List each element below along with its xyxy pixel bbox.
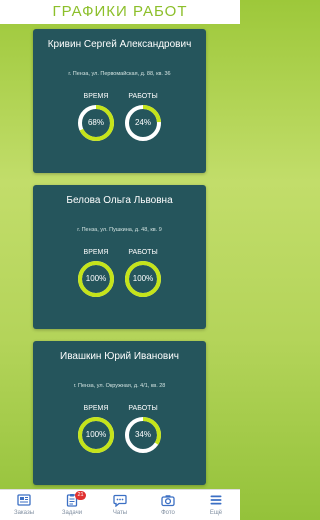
work-label: РАБОТЫ	[128, 249, 158, 256]
nav-label-photo: Фото	[161, 510, 175, 516]
work-percent: 34%	[134, 430, 151, 439]
time-label: ВРЕМЯ	[83, 249, 109, 256]
chat-icon	[113, 494, 127, 507]
work-progress-ring: 24%	[124, 104, 162, 142]
app-header: ГРАФИКИ РАБОТ	[0, 0, 240, 24]
employee-address: г. Пенза, ул. Окружная, д. 4/1, кв. 28	[73, 383, 166, 389]
work-label: РАБОТЫ	[128, 93, 158, 100]
time-metric: ВРЕМЯ 100%	[74, 404, 118, 454]
work-percent: 24%	[134, 118, 151, 127]
menu-icon	[210, 495, 222, 505]
employee-card[interactable]: Ивашкин Юрий Иванович г. Пенза, ул. Окру…	[33, 341, 206, 485]
newspaper-icon	[17, 494, 31, 506]
time-progress-ring: 68%	[77, 104, 115, 142]
time-percent: 100%	[85, 274, 107, 283]
time-label: ВРЕМЯ	[83, 405, 109, 412]
employee-name: Кривин Сергей Александрович	[47, 39, 192, 50]
work-progress-ring: 100%	[124, 260, 162, 298]
work-metric: РАБОТЫ 100%	[121, 248, 165, 298]
work-metric: РАБОТЫ 24%	[121, 92, 165, 142]
employee-name: Белова Ольга Львовна	[66, 195, 173, 206]
employee-address: г. Пенза, ул. Первомайская, д. 88, кв. 3…	[68, 71, 171, 77]
nav-item-orders[interactable]: Заказы	[0, 490, 48, 520]
work-percent: 100%	[132, 274, 154, 283]
work-metric: РАБОТЫ 34%	[121, 404, 165, 454]
page-title: ГРАФИКИ РАБОТ	[52, 3, 188, 20]
time-progress-ring: 100%	[77, 260, 115, 298]
employee-card[interactable]: Кривин Сергей Александрович г. Пенза, ул…	[33, 29, 206, 173]
work-progress-ring: 34%	[124, 416, 162, 454]
nav-label-tasks: Задачи	[61, 510, 83, 516]
nav-label-more: Ещё	[209, 510, 223, 516]
time-metric: ВРЕМЯ 68%	[74, 92, 118, 142]
nav-item-more[interactable]: Ещё	[192, 490, 240, 520]
nav-item-chats[interactable]: Чаты	[96, 490, 144, 520]
nav-item-tasks[interactable]: 21 Задачи	[48, 490, 96, 520]
time-progress-ring: 100%	[77, 416, 115, 454]
nav-item-photo[interactable]: Фото	[144, 490, 192, 520]
bottom-navigation: Заказы 21 Задачи Чаты Фото Ещё	[0, 489, 240, 520]
time-percent: 100%	[85, 430, 107, 439]
time-label: ВРЕМЯ	[83, 93, 109, 100]
employee-name: Ивашкин Юрий Иванович	[60, 351, 179, 362]
work-label: РАБОТЫ	[128, 405, 158, 412]
nav-label-orders: Заказы	[13, 510, 35, 516]
time-percent: 68%	[87, 118, 104, 127]
nav-label-chats: Чаты	[112, 510, 128, 516]
employee-card[interactable]: Белова Ольга Львовна г. Пенза, ул. Пушки…	[33, 185, 206, 329]
tasks-count-badge: 21	[75, 491, 86, 500]
employee-address: г. Пенза, ул. Пушкина, д. 48, кв. 9	[77, 227, 162, 233]
time-metric: ВРЕМЯ 100%	[74, 248, 118, 298]
camera-icon	[161, 495, 175, 507]
